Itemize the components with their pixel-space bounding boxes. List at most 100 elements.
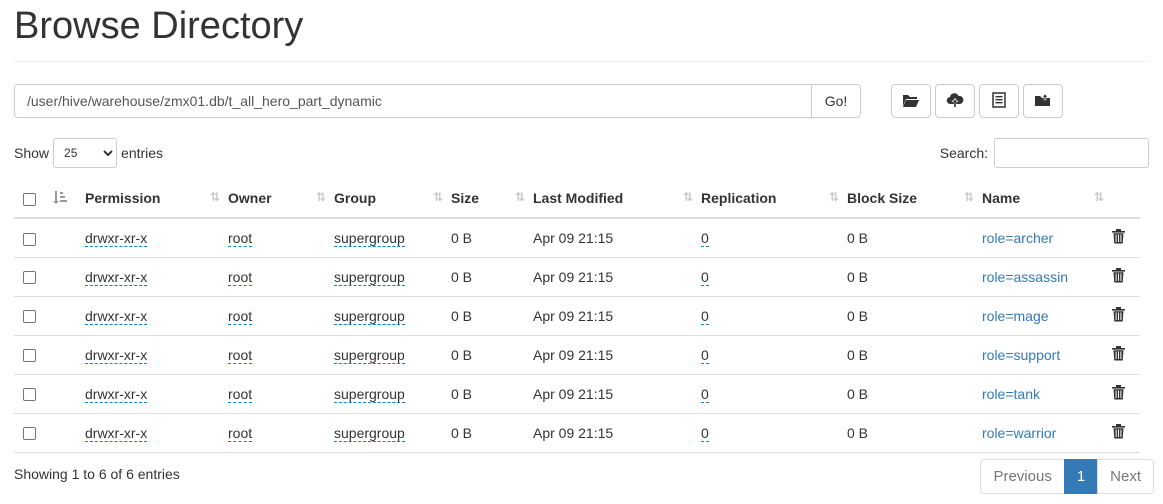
replication-value[interactable]: 0	[701, 424, 709, 442]
trash-icon[interactable]	[1112, 306, 1125, 325]
owner-value[interactable]: root	[228, 346, 253, 364]
delete-cell	[1112, 413, 1140, 453]
permission-value[interactable]: drwxr-xr-x	[85, 229, 148, 247]
header-size[interactable]: Size ⇅	[451, 179, 533, 219]
group-value[interactable]: supergroup	[334, 424, 405, 442]
delete-cell	[1112, 374, 1140, 414]
row-spacer-cell	[48, 413, 85, 453]
header-name[interactable]: Name ⇅	[982, 179, 1112, 219]
group-value[interactable]: supergroup	[334, 229, 405, 247]
owner-cell: root	[228, 257, 334, 297]
header-replication[interactable]: Replication ⇅	[701, 179, 847, 219]
trash-icon[interactable]	[1112, 384, 1125, 403]
sort-icon: ⇅	[963, 190, 974, 204]
previous-page-button[interactable]: Previous	[980, 459, 1065, 494]
trash-icon[interactable]	[1112, 345, 1125, 364]
owner-value[interactable]: root	[228, 424, 253, 442]
permission-value[interactable]: drwxr-xr-x	[85, 346, 148, 364]
trash-icon[interactable]	[1112, 267, 1125, 286]
group-cell: supergroup	[334, 257, 451, 297]
select-all-checkbox[interactable]	[23, 192, 36, 206]
move-folder-button[interactable]	[1023, 84, 1063, 118]
upload-files-button[interactable]	[935, 84, 975, 118]
search-control: Search:	[940, 138, 1149, 168]
directory-path-input[interactable]	[14, 84, 811, 118]
replication-value[interactable]: 0	[701, 346, 709, 364]
row-spacer-cell	[48, 257, 85, 297]
trash-icon[interactable]	[1112, 423, 1125, 442]
size-cell: 0 B	[451, 218, 533, 258]
files-table-body: drwxr-xr-x root supergroup 0 B Apr 09 21:15 0…	[14, 218, 1140, 453]
cut-paste-button[interactable]	[979, 84, 1019, 118]
group-value[interactable]: supergroup	[334, 385, 405, 403]
page-1-button[interactable]: 1	[1063, 459, 1099, 494]
row-checkbox[interactable]	[23, 427, 36, 441]
row-checkbox[interactable]	[23, 310, 36, 324]
sort-icon: ⇅	[1093, 190, 1104, 204]
trash-icon[interactable]	[1112, 228, 1125, 247]
delete-cell	[1112, 218, 1140, 258]
group-value[interactable]: supergroup	[334, 268, 405, 286]
table-header-row: Permission ⇅ Owner ⇅ Group ⇅ Size ⇅ Last Mod…	[14, 179, 1140, 219]
permission-value[interactable]: drwxr-xr-x	[85, 424, 148, 442]
owner-value[interactable]: root	[228, 229, 253, 247]
row-checkbox[interactable]	[23, 232, 36, 246]
permission-value[interactable]: drwxr-xr-x	[85, 385, 148, 403]
files-table: Permission ⇅ Owner ⇅ Group ⇅ Size ⇅ Last Mod…	[14, 179, 1140, 453]
folder-upload-icon	[1034, 92, 1052, 111]
header-block-size[interactable]: Block Size ⇅	[847, 179, 982, 219]
size-cell: 0 B	[451, 257, 533, 297]
owner-value[interactable]: root	[228, 307, 253, 325]
list-icon	[991, 91, 1007, 111]
replication-cell: 0	[701, 218, 847, 258]
sort-header[interactable]	[48, 179, 85, 219]
permission-cell: drwxr-xr-x	[85, 296, 228, 336]
permission-cell: drwxr-xr-x	[85, 335, 228, 375]
modified-cell: Apr 09 21:15	[533, 218, 701, 258]
row-checkbox[interactable]	[23, 388, 36, 402]
row-checkbox[interactable]	[23, 271, 36, 285]
replication-value[interactable]: 0	[701, 268, 709, 286]
search-input[interactable]	[994, 138, 1149, 168]
replication-value[interactable]: 0	[701, 229, 709, 247]
row-checkbox[interactable]	[23, 349, 36, 363]
name-cell: role=archer	[982, 218, 1112, 258]
header-label: Last Modified	[533, 190, 624, 206]
go-button[interactable]: Go!	[811, 84, 861, 118]
owner-value[interactable]: root	[228, 385, 253, 403]
directory-link[interactable]: role=assassin	[982, 269, 1068, 285]
search-label: Search:	[939, 145, 988, 161]
owner-value[interactable]: root	[228, 268, 253, 286]
next-page-button[interactable]: Next	[1097, 459, 1154, 494]
delete-cell	[1112, 296, 1140, 336]
page-title: Browse Directory	[14, 0, 1149, 62]
replication-value[interactable]: 0	[701, 385, 709, 403]
header-last-modified[interactable]: Last Modified ⇅	[533, 179, 701, 219]
block-size-cell: 0 B	[847, 296, 982, 336]
header-group[interactable]: Group ⇅	[334, 179, 451, 219]
permission-value[interactable]: drwxr-xr-x	[85, 307, 148, 325]
header-owner[interactable]: Owner ⇅	[228, 179, 334, 219]
directory-link[interactable]: role=mage	[982, 308, 1049, 324]
permission-cell: drwxr-xr-x	[85, 257, 228, 297]
create-directory-button[interactable]	[891, 84, 931, 118]
header-label: Size	[451, 190, 480, 206]
size-cell: 0 B	[451, 374, 533, 414]
header-permission[interactable]: Permission ⇅	[85, 179, 228, 219]
cloud-upload-icon	[946, 92, 964, 111]
group-value[interactable]: supergroup	[334, 346, 405, 364]
block-size-cell: 0 B	[847, 335, 982, 375]
group-value[interactable]: supergroup	[334, 307, 405, 325]
group-cell: supergroup	[334, 335, 451, 375]
directory-link[interactable]: role=archer	[982, 230, 1053, 246]
permission-value[interactable]: drwxr-xr-x	[85, 268, 148, 286]
select-all-header	[14, 179, 48, 219]
delete-cell	[1112, 335, 1140, 375]
sort-icon: ⇅	[682, 190, 693, 204]
directory-link[interactable]: role=support	[982, 347, 1060, 363]
table-row: drwxr-xr-x root supergroup 0 B Apr 09 21:15 0…	[14, 218, 1140, 258]
directory-link[interactable]: role=warrior	[982, 425, 1056, 441]
entries-per-page-select[interactable]: 25	[53, 138, 118, 168]
replication-value[interactable]: 0	[701, 307, 709, 325]
directory-link[interactable]: role=tank	[982, 386, 1040, 402]
